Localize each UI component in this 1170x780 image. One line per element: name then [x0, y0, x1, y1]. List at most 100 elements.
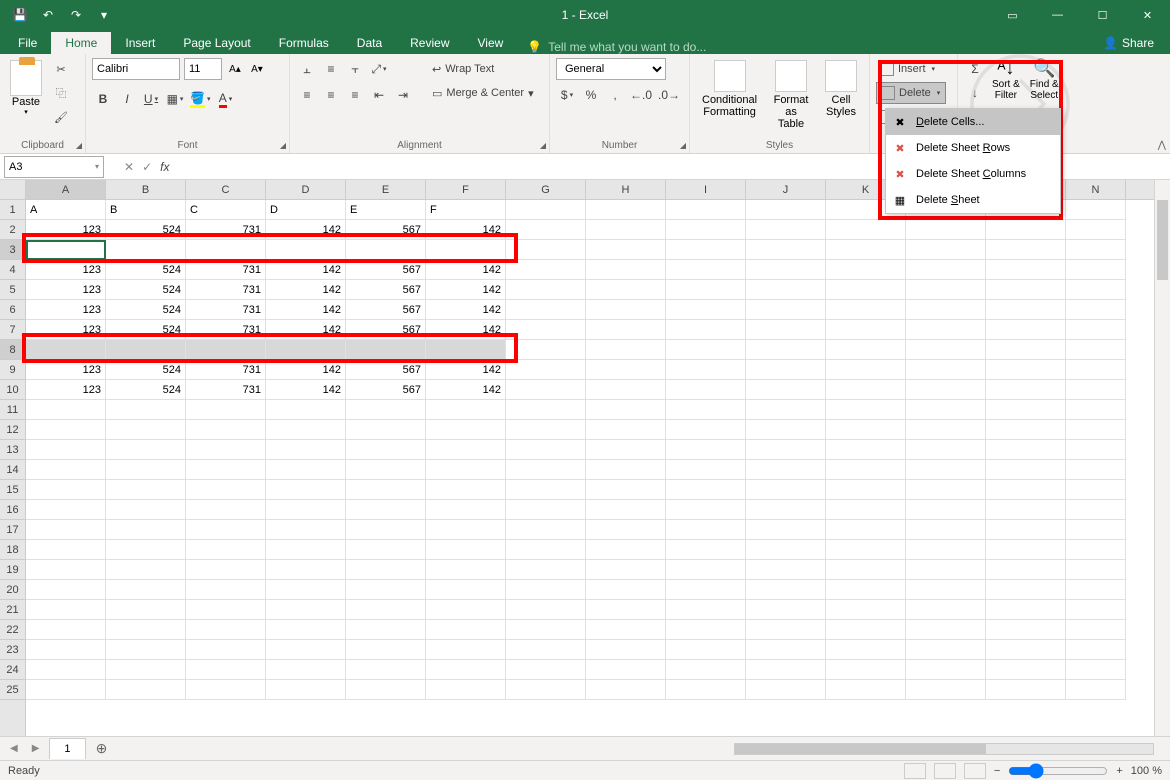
cell-A24[interactable]: [26, 660, 106, 680]
cell-G17[interactable]: [506, 520, 586, 540]
cell-A1[interactable]: A: [26, 200, 106, 220]
cell-H23[interactable]: [586, 640, 666, 660]
cell-N2[interactable]: [1066, 220, 1126, 240]
cell-J17[interactable]: [746, 520, 826, 540]
cell-G15[interactable]: [506, 480, 586, 500]
cell-I9[interactable]: [666, 360, 746, 380]
format-painter-button[interactable]: 🖌: [50, 106, 72, 128]
select-all-button[interactable]: [0, 180, 26, 200]
conditional-formatting-button[interactable]: Conditional Formatting: [696, 58, 763, 120]
cell-N24[interactable]: [1066, 660, 1126, 680]
row-header-25[interactable]: 25: [0, 680, 25, 700]
cell-K18[interactable]: [826, 540, 906, 560]
cell-K11[interactable]: [826, 400, 906, 420]
zoom-slider[interactable]: [1008, 763, 1108, 779]
cell-I19[interactable]: [666, 560, 746, 580]
cell-M10[interactable]: [986, 380, 1066, 400]
cell-J4[interactable]: [746, 260, 826, 280]
cell-N19[interactable]: [1066, 560, 1126, 580]
cell-L24[interactable]: [906, 660, 986, 680]
cell-I12[interactable]: [666, 420, 746, 440]
cell-H24[interactable]: [586, 660, 666, 680]
col-header-I[interactable]: I: [666, 180, 746, 199]
increase-decimal[interactable]: ←.0: [628, 84, 654, 106]
row-header-20[interactable]: 20: [0, 580, 25, 600]
cell-I18[interactable]: [666, 540, 746, 560]
cell-H11[interactable]: [586, 400, 666, 420]
cell-N13[interactable]: [1066, 440, 1126, 460]
cell-E5[interactable]: 567: [346, 280, 426, 300]
cell-M21[interactable]: [986, 600, 1066, 620]
cell-M20[interactable]: [986, 580, 1066, 600]
cell-E19[interactable]: [346, 560, 426, 580]
cell-B23[interactable]: [106, 640, 186, 660]
cell-D16[interactable]: [266, 500, 346, 520]
cell-B2[interactable]: 524: [106, 220, 186, 240]
cell-I20[interactable]: [666, 580, 746, 600]
cell-K6[interactable]: [826, 300, 906, 320]
cell-B20[interactable]: [106, 580, 186, 600]
cell-F2[interactable]: 142: [426, 220, 506, 240]
cell-B14[interactable]: [106, 460, 186, 480]
menu-delete-sheet-columns[interactable]: ✖ Delete Sheet Columns: [886, 161, 1060, 187]
cell-H7[interactable]: [586, 320, 666, 340]
row-header-12[interactable]: 12: [0, 420, 25, 440]
cell-G19[interactable]: [506, 560, 586, 580]
cell-E17[interactable]: [346, 520, 426, 540]
currency-button[interactable]: $▾: [556, 84, 578, 106]
qat-customize[interactable]: ▾: [92, 3, 116, 27]
scrollbar-thumb[interactable]: [1157, 200, 1168, 280]
cell-H9[interactable]: [586, 360, 666, 380]
zoom-out-button[interactable]: −: [994, 765, 1000, 777]
tab-view[interactable]: View: [464, 32, 518, 54]
cell-K10[interactable]: [826, 380, 906, 400]
tab-page-layout[interactable]: Page Layout: [169, 32, 264, 54]
cell-H10[interactable]: [586, 380, 666, 400]
view-page-layout[interactable]: [934, 763, 956, 779]
cell-E8[interactable]: [346, 340, 426, 360]
cell-A20[interactable]: [26, 580, 106, 600]
cell-E23[interactable]: [346, 640, 426, 660]
cell-F3[interactable]: [426, 240, 506, 260]
cell-C23[interactable]: [186, 640, 266, 660]
cell-D12[interactable]: [266, 420, 346, 440]
cell-A14[interactable]: [26, 460, 106, 480]
cell-D11[interactable]: [266, 400, 346, 420]
cell-A22[interactable]: [26, 620, 106, 640]
window-maximize[interactable]: ☐: [1080, 0, 1125, 30]
cell-J11[interactable]: [746, 400, 826, 420]
cell-A13[interactable]: [26, 440, 106, 460]
align-right[interactable]: ≡: [344, 84, 366, 106]
cell-C21[interactable]: [186, 600, 266, 620]
cell-C3[interactable]: [186, 240, 266, 260]
cell-C18[interactable]: [186, 540, 266, 560]
share-button[interactable]: 👤 Share: [1095, 32, 1162, 54]
tab-formulas[interactable]: Formulas: [265, 32, 343, 54]
orientation-button[interactable]: ⤢▾: [368, 58, 390, 80]
cell-M2[interactable]: [986, 220, 1066, 240]
cell-F4[interactable]: 142: [426, 260, 506, 280]
col-header-H[interactable]: H: [586, 180, 666, 199]
cell-I24[interactable]: [666, 660, 746, 680]
row-header-22[interactable]: 22: [0, 620, 25, 640]
cell-L7[interactable]: [906, 320, 986, 340]
cell-A19[interactable]: [26, 560, 106, 580]
cut-button[interactable]: ✂: [50, 58, 72, 80]
cell-K25[interactable]: [826, 680, 906, 700]
new-sheet-button[interactable]: ⊕: [92, 739, 112, 759]
cell-I21[interactable]: [666, 600, 746, 620]
cell-N22[interactable]: [1066, 620, 1126, 640]
cell-C2[interactable]: 731: [186, 220, 266, 240]
decrease-decimal[interactable]: .0→: [656, 84, 682, 106]
cell-C17[interactable]: [186, 520, 266, 540]
cell-B16[interactable]: [106, 500, 186, 520]
cell-F16[interactable]: [426, 500, 506, 520]
cell-L21[interactable]: [906, 600, 986, 620]
row-header-23[interactable]: 23: [0, 640, 25, 660]
cell-D23[interactable]: [266, 640, 346, 660]
cell-D21[interactable]: [266, 600, 346, 620]
qat-redo[interactable]: ↷: [64, 3, 88, 27]
row-header-15[interactable]: 15: [0, 480, 25, 500]
name-box[interactable]: A3 ▾: [4, 156, 104, 178]
cell-J5[interactable]: [746, 280, 826, 300]
